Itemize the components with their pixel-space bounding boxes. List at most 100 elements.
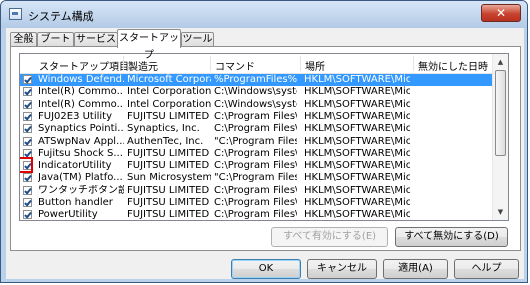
cell-location: HKLM\SOFTWARE\Micr... xyxy=(304,111,410,122)
cell-command: %ProgramFiles%\W... xyxy=(214,74,297,85)
cell-command: C:\Program Files\... xyxy=(214,123,297,134)
table-row[interactable]: FUJ02E3 Utility FUJITSU LIMITED C:\Program… xyxy=(20,111,493,123)
cell-location: HKLM\SOFTWARE\Micr... xyxy=(304,136,410,147)
startup-tab-panel: スタートアップ項目 製造元 コマンド 場所 無効にした日時 Windows De… xyxy=(10,46,521,251)
cell-manufacturer: Intel Corporation xyxy=(127,86,211,97)
tab-startup[interactable]: スタートアップ xyxy=(117,29,181,61)
system-config-icon xyxy=(9,8,22,20)
table-row[interactable]: ATSwpNav Appl... AuthenTec, Inc. "C:\Progr… xyxy=(20,136,493,148)
cell-location: HKLM\SOFTWARE\Micr... xyxy=(304,123,410,134)
enable-checkbox[interactable] xyxy=(23,137,32,146)
cell-command: C:\Program Files\... xyxy=(214,160,297,171)
enable-checkbox[interactable] xyxy=(23,173,32,182)
enable-checkbox[interactable] xyxy=(23,75,32,84)
tab-services[interactable]: サービス xyxy=(74,32,118,47)
help-button[interactable]: ヘルプ xyxy=(454,259,519,279)
table-row[interactable]: PowerUtility FUJITSU LIMITED C:\Program Fi… xyxy=(20,209,493,220)
tab-general[interactable]: 全般 xyxy=(10,32,37,47)
column-divider[interactable] xyxy=(210,56,211,71)
enable-checkbox[interactable] xyxy=(23,87,32,96)
table-row[interactable]: Intel(R) Commo... Intel Corporation C:\Win… xyxy=(20,86,493,98)
cell-manufacturer: Microsoft Corporat... xyxy=(127,74,211,85)
column-divider[interactable] xyxy=(413,56,414,71)
cell-startup-item: Button handler xyxy=(38,197,113,208)
scrollbar-thumb[interactable] xyxy=(495,70,506,156)
table-row[interactable]: IndicatorUtility FUJITSU LIMITED C:\Progra… xyxy=(20,157,493,173)
enable-checkbox[interactable] xyxy=(23,198,32,207)
cell-command: C:\Windows\syste... xyxy=(214,99,297,110)
scroll-up-arrow-icon[interactable]: ▲ xyxy=(495,55,506,69)
cell-manufacturer: FUJITSU LIMITED xyxy=(127,111,210,122)
vertical-scrollbar[interactable]: ▲ ▼ xyxy=(492,54,508,220)
system-configuration-window: システム構成 ✕ 全般 ブート サービス スタートアップ ツール スタートアップ… xyxy=(0,0,528,283)
cell-startup-item: PowerUtility xyxy=(38,209,98,220)
table-row[interactable]: Windows Defend...Microsoft Corporat...%P… xyxy=(20,74,493,86)
column-header-startup-item[interactable]: スタートアップ項目 xyxy=(39,58,129,73)
cell-startup-item: Fujitsu Shock S... xyxy=(38,148,123,159)
cell-manufacturer: FUJITSU LIMITED xyxy=(127,185,210,196)
list-header: スタートアップ項目 製造元 コマンド 場所 無効にした日時 xyxy=(20,54,493,74)
cell-manufacturer: AuthenTec, Inc. xyxy=(127,136,204,147)
startup-items-list[interactable]: スタートアップ項目 製造元 コマンド 場所 無効にした日時 Windows De… xyxy=(19,53,509,221)
ok-button[interactable]: OK xyxy=(231,259,301,279)
enable-all-button[interactable]: すべて有効にする(E) xyxy=(271,227,388,247)
cell-manufacturer: FUJITSU LIMITED xyxy=(127,209,210,220)
column-divider[interactable] xyxy=(123,56,124,71)
cell-startup-item: Synaptics Pointi... xyxy=(38,123,124,134)
cell-command: C:\Program Files\... xyxy=(214,148,297,159)
cell-startup-item: Java(TM) Platfo... xyxy=(38,172,123,183)
dialog-client-area: 全般 ブート サービス スタートアップ ツール スタートアップ項目 製造元 コマ… xyxy=(6,28,524,279)
highlight-box xyxy=(20,157,33,173)
column-header-location[interactable]: 場所 xyxy=(305,58,325,73)
cell-command: "C:\Program Files... xyxy=(214,172,297,183)
column-header-date-disabled[interactable]: 無効にした日時 xyxy=(418,58,488,73)
cell-location: HKLM\SOFTWARE\Micr... xyxy=(304,197,410,208)
cell-command: C:\Program Files\... xyxy=(214,197,297,208)
enable-checkbox[interactable] xyxy=(23,100,32,109)
column-header-command[interactable]: コマンド xyxy=(215,58,255,73)
enable-checkbox[interactable] xyxy=(23,186,32,195)
cell-manufacturer: Sun Microsystems,... xyxy=(127,172,211,183)
cell-location: HKLM\SOFTWARE\Micr... xyxy=(304,148,410,159)
scroll-down-arrow-icon[interactable]: ▼ xyxy=(495,205,506,219)
table-row[interactable]: ワンタッチボタン設...FUJITSU LIMITED C:\Program Fi… xyxy=(20,185,493,197)
cell-command: C:\Program Files\... xyxy=(214,209,297,220)
cell-manufacturer: Intel Corporation xyxy=(127,99,211,110)
table-row[interactable]: Button handler FUJITSU LIMITED C:\Program … xyxy=(20,197,493,209)
table-row[interactable]: Intel(R) Commo... Intel Corporation C:\Win… xyxy=(20,99,493,111)
cell-location: HKLM\SOFTWARE\Micr... xyxy=(304,172,410,183)
column-divider[interactable] xyxy=(300,56,301,71)
disable-all-button[interactable]: すべて無効にする(D) xyxy=(395,227,508,247)
table-row[interactable]: Synaptics Pointi... Synaptics, Inc. C:\Pro… xyxy=(20,123,493,135)
cell-startup-item: FUJ02E3 Utility xyxy=(38,111,113,122)
table-row[interactable]: Java(TM) Platfo... Sun Microsystems,..."C… xyxy=(20,172,493,184)
cell-startup-item: IndicatorUtility xyxy=(38,160,112,171)
cell-startup-item: Intel(R) Commo... xyxy=(38,99,124,110)
cell-manufacturer: FUJITSU LIMITED xyxy=(127,197,210,208)
cell-command: C:\Program Files\... xyxy=(214,185,297,196)
cell-location: HKLM\SOFTWARE\Micr... xyxy=(304,99,410,110)
cell-location: HKLM\SOFTWARE\Micr... xyxy=(304,74,410,85)
cancel-button[interactable]: キャンセル xyxy=(307,259,377,279)
enable-checkbox[interactable] xyxy=(23,210,32,219)
tab-boot[interactable]: ブート xyxy=(37,32,74,47)
cell-location: HKLM\SOFTWARE\Micr... xyxy=(304,160,410,171)
cell-location: HKLM\SOFTWARE\Micr... xyxy=(304,185,410,196)
cell-manufacturer: FUJITSU LIMITED xyxy=(127,160,210,171)
enable-checkbox[interactable] xyxy=(23,124,32,133)
cell-manufacturer: Synaptics, Inc. xyxy=(127,123,200,134)
cell-command: "C:\Program Files... xyxy=(214,136,297,147)
table-row[interactable]: Fujitsu Shock S... FUJITSU LIMITED C:\Prog… xyxy=(20,148,493,160)
cell-command: C:\Program Files\... xyxy=(214,111,297,122)
enable-checkbox[interactable] xyxy=(23,112,32,121)
title-bar[interactable]: システム構成 ✕ xyxy=(1,1,527,28)
cell-startup-item: Windows Defend... xyxy=(38,74,124,85)
close-button[interactable]: ✕ xyxy=(481,4,521,22)
window-title: システム構成 xyxy=(28,10,94,23)
cell-manufacturer: FUJITSU LIMITED xyxy=(127,148,210,159)
tab-tools[interactable]: ツール xyxy=(181,32,214,47)
cell-startup-item: ワンタッチボタン設... xyxy=(38,185,124,196)
cell-location: HKLM\SOFTWARE\Micr... xyxy=(304,209,410,220)
apply-button[interactable]: 適用(A) xyxy=(383,259,448,279)
cell-startup-item: ATSwpNav Appl... xyxy=(38,136,124,147)
